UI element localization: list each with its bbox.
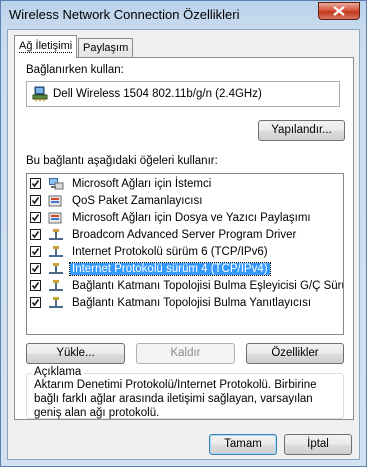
item-label: Bağlantı Katmanı Topolojisi Bulma Yanıtl…: [72, 297, 312, 309]
ok-button-label: Tamam: [224, 438, 262, 450]
tab-sharing[interactable]: Paylaşım: [78, 38, 134, 58]
item-label: Internet Protokolü sürüm 6 (TCP/IPv6): [72, 246, 268, 258]
item-label: Internet Protokolü sürüm 4 (TCP/IPv4): [69, 262, 271, 276]
list-item[interactable]: Bağlantı Katmanı Topolojisi Bulma Yanıtl…: [27, 295, 343, 312]
list-item[interactable]: Broadcom Advanced Server Program Driver: [27, 227, 343, 244]
check-icon: [31, 197, 40, 205]
item-checkbox[interactable]: [30, 280, 41, 291]
item-checkbox[interactable]: [30, 178, 41, 189]
tab-networking-label: Ağ İletişimi: [19, 40, 73, 53]
adapter-field: Dell Wireless 1504 802.11b/g/n (2.4GHz): [26, 81, 340, 107]
service-icon: [48, 195, 62, 207]
list-item[interactable]: Microsoft Ağları için İstemci: [27, 176, 343, 193]
list-item[interactable]: Internet Protokolü sürüm 6 (TCP/IPv6): [27, 244, 343, 261]
tab-sharing-label: Paylaşım: [83, 42, 129, 54]
item-label: Microsoft Ağları için İstemci: [72, 178, 212, 190]
dialog-body: Ağ İletişimi Paylaşım Bağlanırken kullan…: [7, 29, 360, 460]
list-item[interactable]: QoS Paket Zamanlayıcısı: [27, 193, 343, 210]
protocol-icon: [49, 229, 63, 240]
item-checkbox[interactable]: [30, 263, 41, 274]
cancel-button[interactable]: İptal: [284, 434, 352, 455]
configure-button[interactable]: Yapılandır...: [258, 120, 345, 141]
item-checkbox[interactable]: [30, 297, 41, 308]
check-icon: [31, 248, 40, 256]
list-item[interactable]: Microsoft Ağları için Dosya ve Yazıcı Pa…: [27, 210, 343, 227]
description-text: Aktarım Denetimi Protokolü/Internet Prot…: [34, 379, 317, 419]
item-checkbox[interactable]: [30, 229, 41, 240]
window-title: Wireless Network Connection Özellikleri: [9, 7, 240, 22]
connect-using-label: Bağlanırken kullan:: [26, 64, 124, 76]
protocol-icon: [49, 263, 63, 274]
item-label: QoS Paket Zamanlayıcısı: [72, 195, 203, 207]
title-bar[interactable]: Wireless Network Connection Özellikleri: [1, 1, 366, 29]
item-label: Microsoft Ağları için Dosya ve Yazıcı Pa…: [72, 212, 311, 224]
cancel-button-label: İptal: [307, 438, 329, 450]
item-checkbox[interactable]: [30, 195, 41, 206]
check-icon: [31, 180, 40, 188]
tab-networking[interactable]: Ağ İletişimi: [14, 35, 78, 58]
protocol-icon: [49, 297, 63, 308]
tab-panel: Bağlanırken kullan: Dell Wireless 1504 8…: [14, 57, 354, 420]
items-label: Bu bağlantı aşağıdaki öğeleri kullanır:: [26, 155, 218, 167]
description-title: Açıklama: [31, 366, 85, 378]
check-icon: [31, 214, 40, 222]
check-icon: [31, 299, 40, 307]
item-label: Broadcom Advanced Server Program Driver: [72, 229, 297, 241]
check-icon: [31, 231, 40, 239]
check-icon: [31, 265, 40, 273]
list-item-selected[interactable]: Internet Protokolü sürüm 4 (TCP/IPv4): [27, 261, 343, 278]
ok-button[interactable]: Tamam: [209, 434, 277, 455]
close-button[interactable]: [318, 2, 360, 20]
component-list[interactable]: Microsoft Ağları için İstemci QoS Paket …: [26, 173, 344, 335]
uninstall-button-label: Kaldır: [170, 347, 201, 359]
client-icon: [49, 178, 64, 190]
properties-button[interactable]: Özellikler: [246, 343, 344, 364]
close-icon: [333, 6, 345, 16]
uninstall-button: Kaldır: [136, 343, 235, 364]
configure-button-label: Yapılandır...: [271, 124, 332, 136]
properties-window: Wireless Network Connection Özellikleri …: [0, 0, 367, 467]
protocol-icon: [49, 246, 63, 257]
network-adapter-icon: [32, 86, 48, 101]
properties-button-label: Özellikler: [271, 347, 319, 359]
service-icon: [48, 212, 62, 224]
item-label: Bağlantı Katmanı Topolojisi Bulma Eşleyi…: [72, 280, 344, 292]
adapter-name: Dell Wireless 1504 802.11b/g/n (2.4GHz): [53, 88, 262, 100]
list-item[interactable]: Bağlantı Katmanı Topolojisi Bulma Eşleyi…: [27, 278, 343, 295]
check-icon: [31, 282, 40, 290]
protocol-icon: [49, 280, 63, 291]
install-button-label: Yükle...: [56, 347, 95, 359]
item-checkbox[interactable]: [30, 212, 41, 223]
item-checkbox[interactable]: [30, 246, 41, 257]
install-button[interactable]: Yükle...: [26, 343, 125, 364]
